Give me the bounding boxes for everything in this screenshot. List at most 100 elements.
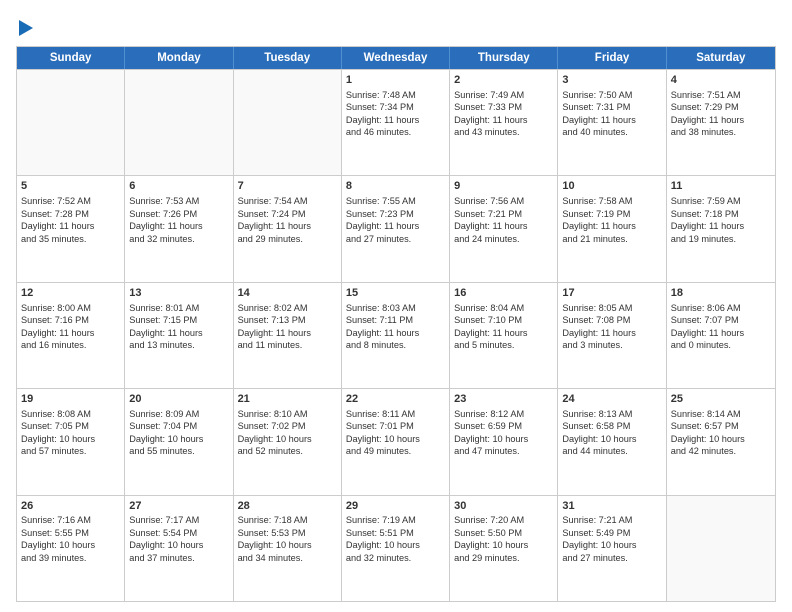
day-info-line: Daylight: 11 hours [562, 115, 635, 125]
calendar-cell: 11Sunrise: 7:59 AMSunset: 7:18 PMDayligh… [667, 176, 775, 281]
day-info-line: Sunset: 6:57 PM [671, 421, 739, 431]
day-info-line: Daylight: 10 hours [346, 540, 420, 550]
day-info-line: Sunrise: 8:12 AM [454, 409, 524, 419]
day-info-line: and 55 minutes. [129, 446, 194, 456]
calendar-cell [234, 70, 342, 175]
calendar-cell [667, 496, 775, 601]
day-info-line: Daylight: 10 hours [346, 434, 420, 444]
day-info-line: Daylight: 11 hours [129, 328, 202, 338]
day-info-line: Sunrise: 8:09 AM [129, 409, 199, 419]
day-number: 14 [238, 286, 337, 301]
calendar-row-1: 1Sunrise: 7:48 AMSunset: 7:34 PMDaylight… [17, 69, 775, 175]
calendar-cell: 5Sunrise: 7:52 AMSunset: 7:28 PMDaylight… [17, 176, 125, 281]
calendar-cell: 24Sunrise: 8:13 AMSunset: 6:58 PMDayligh… [558, 389, 666, 494]
calendar-row-2: 5Sunrise: 7:52 AMSunset: 7:28 PMDaylight… [17, 175, 775, 281]
day-info-line: Sunset: 7:07 PM [671, 315, 739, 325]
day-info-line: Sunrise: 7:17 AM [129, 515, 199, 525]
calendar-cell: 19Sunrise: 8:08 AMSunset: 7:05 PMDayligh… [17, 389, 125, 494]
day-number: 4 [671, 73, 771, 88]
day-info-line: and 39 minutes. [21, 553, 86, 563]
day-info-line: and 47 minutes. [454, 446, 519, 456]
calendar-cell: 23Sunrise: 8:12 AMSunset: 6:59 PMDayligh… [450, 389, 558, 494]
page: SundayMondayTuesdayWednesdayThursdayFrid… [0, 0, 792, 612]
day-info-line: and 40 minutes. [562, 127, 627, 137]
day-number: 12 [21, 286, 120, 301]
calendar-cell: 20Sunrise: 8:09 AMSunset: 7:04 PMDayligh… [125, 389, 233, 494]
header-day-thursday: Thursday [450, 47, 558, 69]
day-info-line: Sunrise: 8:04 AM [454, 303, 524, 313]
day-info-line: Daylight: 11 hours [454, 115, 527, 125]
calendar-cell: 9Sunrise: 7:56 AMSunset: 7:21 PMDaylight… [450, 176, 558, 281]
calendar-cell: 8Sunrise: 7:55 AMSunset: 7:23 PMDaylight… [342, 176, 450, 281]
calendar-cell: 27Sunrise: 7:17 AMSunset: 5:54 PMDayligh… [125, 496, 233, 601]
day-number: 1 [346, 73, 445, 88]
day-info-line: Sunset: 7:11 PM [346, 315, 413, 325]
day-info-line: Sunrise: 7:54 AM [238, 196, 308, 206]
day-info-line: Sunset: 7:34 PM [346, 102, 414, 112]
calendar-cell: 12Sunrise: 8:00 AMSunset: 7:16 PMDayligh… [17, 283, 125, 388]
day-number: 18 [671, 286, 771, 301]
day-info-line: Sunrise: 8:13 AM [562, 409, 632, 419]
day-info-line: Daylight: 10 hours [238, 540, 312, 550]
calendar-cell: 25Sunrise: 8:14 AMSunset: 6:57 PMDayligh… [667, 389, 775, 494]
day-info-line: Sunrise: 8:03 AM [346, 303, 416, 313]
day-info-line: Sunrise: 7:51 AM [671, 90, 741, 100]
day-info-line: and 29 minutes. [238, 234, 303, 244]
day-info-line: Daylight: 10 hours [562, 540, 636, 550]
header [16, 16, 776, 38]
day-number: 9 [454, 179, 553, 194]
calendar-row-3: 12 Sunrise: 8:00 AM Sunset: 7:16 PM Dayligh… [17, 282, 775, 388]
day-info-line: Sunrise: 7:52 AM [21, 196, 91, 206]
day-info-line: Sunset: 7:04 PM [129, 421, 197, 431]
day-info-line: Sunset: 5:55 PM [21, 528, 89, 538]
day-info-line: Sunrise: 7:20 AM [454, 515, 524, 525]
day-info-line: Sunrise: 7:58 AM [562, 196, 632, 206]
day-info-line: Daylight: 11 hours [238, 221, 311, 231]
day-info-line: Daylight: 11 hours [671, 115, 744, 125]
day-number: 16 [454, 286, 553, 301]
day-info-line: Sunrise: 7:50 AM [562, 90, 632, 100]
day-info-line: Sunrise: 8:01 AM [129, 303, 199, 313]
day-info-line: Sunset: 7:13 PM [238, 315, 306, 325]
day-info-line: Sunset: 7:02 PM [238, 421, 306, 431]
day-info-line: Sunrise: 8:10 AM [238, 409, 308, 419]
day-info-line: Sunset: 7:21 PM [454, 209, 522, 219]
day-info-line: Sunrise: 7:21 AM [562, 515, 632, 525]
day-info-line: Sunset: 7:16 PM [21, 315, 89, 325]
day-info-line: and 32 minutes. [129, 234, 194, 244]
day-info-line: and 37 minutes. [129, 553, 194, 563]
calendar-cell: 17Sunrise: 8:05 AMSunset: 7:08 PMDayligh… [558, 283, 666, 388]
calendar-cell: 31Sunrise: 7:21 AMSunset: 5:49 PMDayligh… [558, 496, 666, 601]
day-number: 23 [454, 392, 553, 407]
day-info-line: Daylight: 11 hours [671, 221, 744, 231]
header-day-friday: Friday [558, 47, 666, 69]
calendar-cell: 10Sunrise: 7:58 AMSunset: 7:19 PMDayligh… [558, 176, 666, 281]
header-day-tuesday: Tuesday [234, 47, 342, 69]
calendar-cell: 22Sunrise: 8:11 AMSunset: 7:01 PMDayligh… [342, 389, 450, 494]
day-info-line: Sunset: 7:05 PM [21, 421, 89, 431]
day-number: 20 [129, 392, 228, 407]
day-info-line: Sunrise: 8:05 AM [562, 303, 632, 313]
calendar-header: SundayMondayTuesdayWednesdayThursdayFrid… [17, 47, 775, 69]
header-day-wednesday: Wednesday [342, 47, 450, 69]
day-info-line: Daylight: 10 hours [129, 540, 203, 550]
day-info-line: and 5 minutes. [454, 340, 514, 350]
day-number: 11 [671, 179, 771, 194]
day-info-line: and 42 minutes. [671, 446, 736, 456]
calendar-cell: 1Sunrise: 7:48 AMSunset: 7:34 PMDaylight… [342, 70, 450, 175]
day-info-line: and 11 minutes. [238, 340, 303, 350]
calendar-cell: 3Sunrise: 7:50 AMSunset: 7:31 PMDaylight… [558, 70, 666, 175]
day-info-line: and 35 minutes. [21, 234, 86, 244]
day-info-line: and 16 minutes. [21, 340, 86, 350]
day-number: 28 [238, 499, 337, 514]
day-info-line: Sunrise: 8:00 AM [21, 303, 91, 313]
day-info-line: Sunset: 5:49 PM [562, 528, 630, 538]
day-info-line: and 13 minutes. [129, 340, 194, 350]
day-info-line: Sunset: 7:23 PM [346, 209, 414, 219]
day-info-line: and 34 minutes. [238, 553, 303, 563]
day-info-line: and 21 minutes. [562, 234, 627, 244]
day-info-line: and 52 minutes. [238, 446, 303, 456]
day-info-line: and 38 minutes. [671, 127, 736, 137]
day-info-line: Sunrise: 7:55 AM [346, 196, 416, 206]
calendar-cell: 2Sunrise: 7:49 AMSunset: 7:33 PMDaylight… [450, 70, 558, 175]
